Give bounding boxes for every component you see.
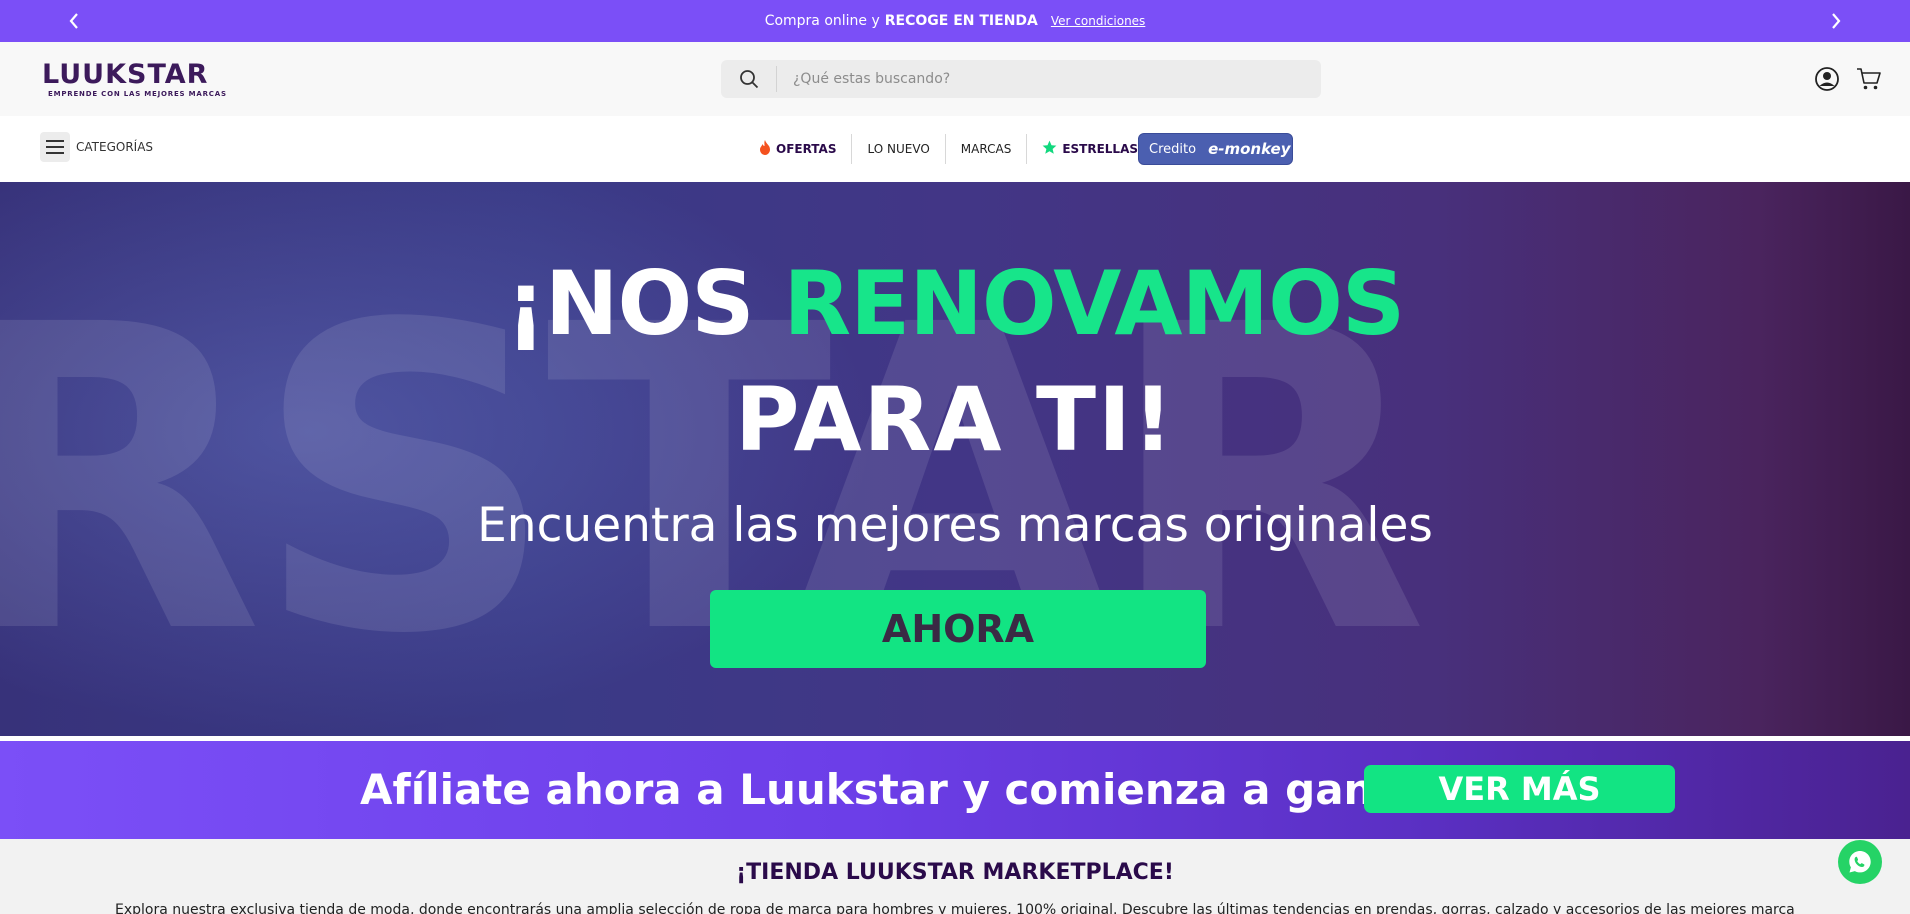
user-account-icon[interactable] bbox=[1814, 66, 1840, 92]
marketplace-description: Explora nuestra exclusiva tienda de moda… bbox=[115, 902, 1795, 914]
hero-headline-line1: ¡NOS RENOVAMOS bbox=[0, 254, 1910, 354]
credito-label: Credito bbox=[1149, 141, 1197, 157]
main-nav: CATEGORÍAS OFERTAS LO NUEVO MARCAS ESTRE… bbox=[0, 116, 1910, 182]
categories-label: CATEGORÍAS bbox=[76, 140, 154, 154]
promo-bar: Compra online y RECOGE EN TIENDA Ver con… bbox=[0, 0, 1910, 42]
star-icon bbox=[1042, 140, 1057, 158]
categories-menu-button[interactable]: CATEGORÍAS bbox=[40, 132, 153, 162]
promo-text-strong: RECOGE EN TIENDA bbox=[884, 13, 1038, 29]
hamburger-menu-icon bbox=[40, 132, 70, 162]
nav-item-label: LO NUEVO bbox=[867, 142, 930, 156]
nav-item-label: MARCAS bbox=[960, 142, 1012, 156]
emonkey-brand: e-monkey bbox=[1208, 140, 1291, 158]
site-header: LUUKSTAR EMPRENDE CON LAS MEJORES MARCAS bbox=[0, 42, 1910, 116]
marketplace-title: ¡TIENDA LUUKSTAR MARKETPLACE! bbox=[736, 860, 1174, 885]
search-icon[interactable] bbox=[721, 66, 777, 92]
hero-headline-white: ¡NOS bbox=[505, 252, 755, 355]
logo-wordmark: LUUKSTAR bbox=[42, 59, 209, 90]
promo-text-prefix: Compra online y bbox=[764, 13, 880, 29]
hero-headline-green: RENOVAMOS bbox=[783, 252, 1405, 355]
nav-item-lo-nuevo[interactable]: LO NUEVO bbox=[852, 134, 944, 164]
affiliate-banner: Afíliate ahora a Luukstar y comienza a g… bbox=[0, 741, 1910, 839]
cart-icon[interactable] bbox=[1856, 66, 1882, 92]
nav-item-label: OFERTAS bbox=[776, 142, 837, 156]
hero-cta-button[interactable]: AHORA bbox=[710, 590, 1206, 668]
nav-menu: OFERTAS LO NUEVO MARCAS ESTRELLAS bbox=[744, 134, 1153, 164]
affiliate-text: Afíliate ahora a Luukstar y comienza a g… bbox=[360, 765, 1423, 814]
logo-tagline: EMPRENDE CON LAS MEJORES MARCAS bbox=[48, 90, 227, 98]
search-input[interactable] bbox=[777, 60, 1321, 98]
whatsapp-icon[interactable] bbox=[1838, 840, 1882, 884]
nav-item-ofertas[interactable]: OFERTAS bbox=[744, 134, 851, 164]
promo-conditions-link[interactable]: Ver condiciones bbox=[1051, 14, 1145, 28]
hero-banner[interactable]: RSTAR ¡NOS RENOVAMOS PARA TI! Encuentra … bbox=[0, 182, 1910, 736]
promo-next-arrow-icon[interactable] bbox=[1824, 9, 1848, 33]
nav-item-marcas[interactable]: MARCAS bbox=[946, 134, 1027, 164]
hero-subtitle: Encuentra las mejores marcas originales bbox=[477, 498, 1433, 553]
promo-prev-arrow-icon[interactable] bbox=[62, 9, 86, 33]
luukstar-logo[interactable]: LUUKSTAR EMPRENDE CON LAS MEJORES MARCAS bbox=[42, 59, 228, 102]
credito-emonkey-button[interactable]: Credito e-monkey bbox=[1138, 133, 1293, 165]
nav-item-label: ESTRELLAS bbox=[1062, 142, 1138, 156]
nav-item-estrellas[interactable]: ESTRELLAS bbox=[1027, 134, 1153, 164]
fire-icon bbox=[759, 140, 771, 158]
ver-mas-button[interactable]: VER MÁS bbox=[1364, 765, 1675, 813]
hero-headline-line2: PARA TI! bbox=[735, 368, 1175, 471]
search-bar bbox=[721, 60, 1321, 98]
promo-text: Compra online y RECOGE EN TIENDA Ver con… bbox=[765, 13, 1146, 29]
